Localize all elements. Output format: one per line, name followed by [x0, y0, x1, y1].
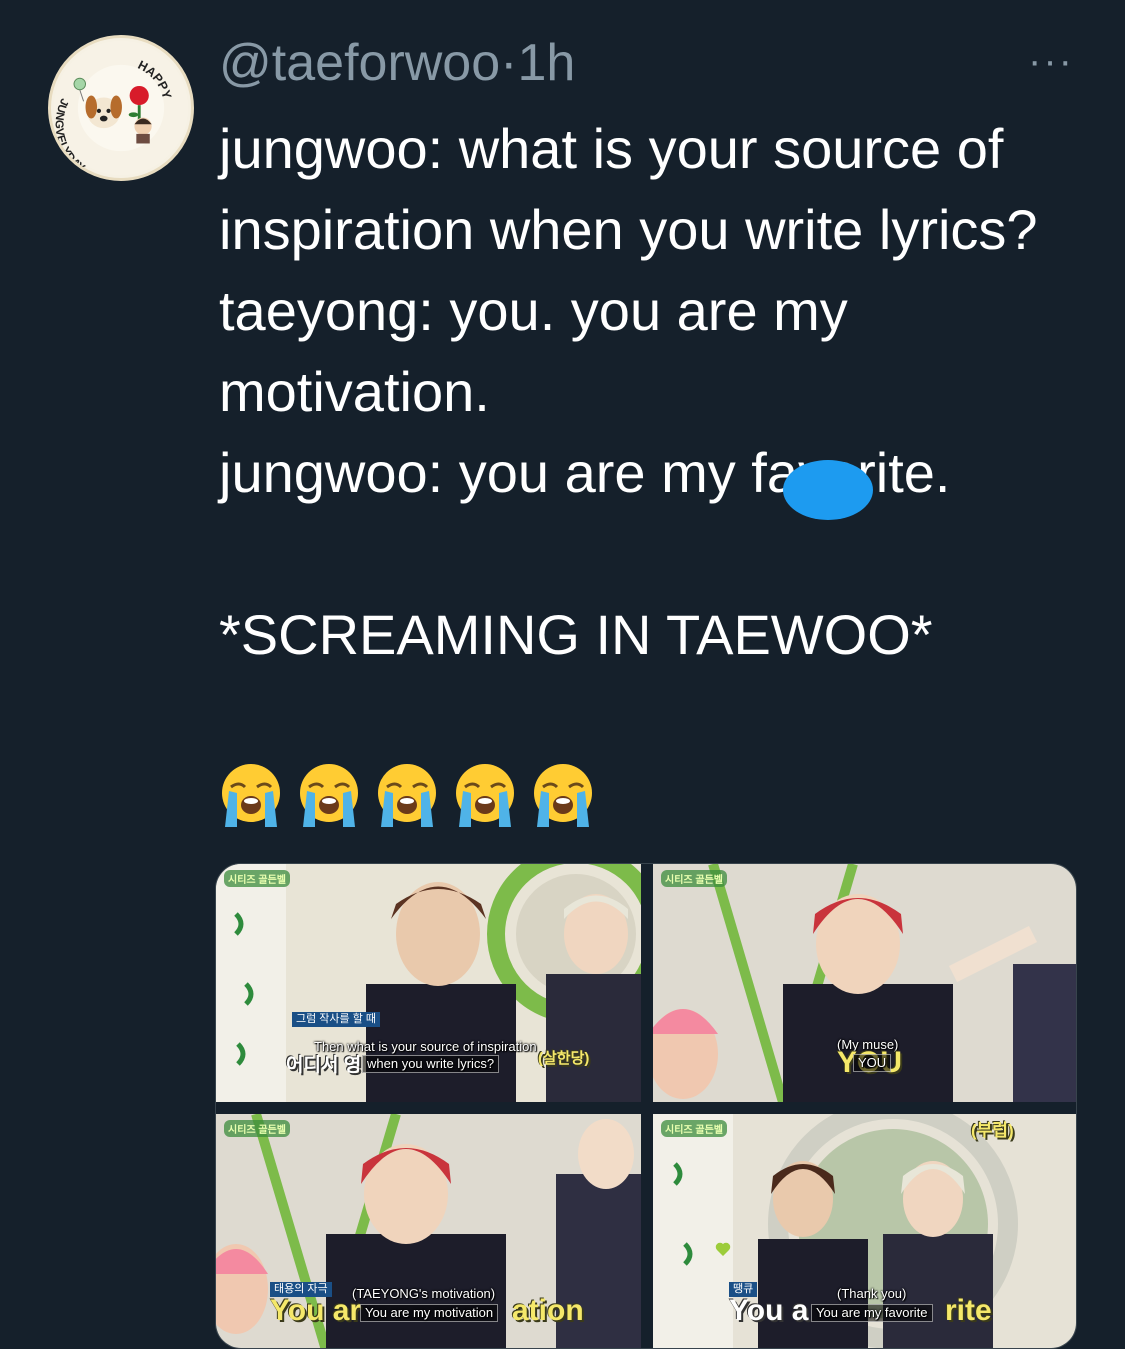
big-caption-left: You a — [729, 1294, 809, 1327]
media-image-3[interactable]: 시티즈 골든벨 태용의 자극 (TAEYONG's motivation) Yo… — [216, 1114, 641, 1348]
tweet-handle[interactable]: @taeforwoo — [219, 34, 500, 92]
header-separator: · — [500, 34, 518, 92]
show-logo: 시티즈 골든벨 — [224, 1120, 290, 1137]
more-options-icon[interactable]: ··· — [1028, 41, 1074, 81]
big-caption-left: You ar — [270, 1294, 362, 1327]
subtitle-line-1: (TAEYONG's motivation) — [352, 1286, 496, 1301]
show-logo: 시티즈 골든벨 — [661, 1120, 727, 1137]
svg-text:HAPPY: HAPPY — [136, 58, 175, 101]
loudly-crying-face-icon — [453, 761, 517, 827]
subtitle-line-1: (Thank you) — [837, 1286, 907, 1301]
subtitle-line-2: You are my motivation — [360, 1304, 499, 1322]
subtitle-line-2: YOU — [853, 1054, 892, 1072]
big-caption-right: rite — [945, 1294, 992, 1327]
loudly-crying-face-icon — [375, 761, 439, 827]
tweet-timestamp[interactable]: 1h — [517, 34, 575, 92]
media-grid[interactable]: 시티즈 골든벨 그럼 작사를 할 때 Then what is your sou… — [215, 863, 1077, 1349]
profile-avatar[interactable]: HAPPY JUNGVELYDAY — [48, 35, 194, 181]
loudly-crying-face-icon — [297, 761, 361, 827]
korean-side-caption: (살한당) — [538, 1050, 590, 1067]
media-image-4[interactable]: 시티즈 골든벨 (부럽) 땡큐 (Thank you) You a You ar… — [653, 1114, 1076, 1348]
svg-text:JUNGVELYDAY: JUNGVELYDAY — [53, 97, 87, 175]
avatar-ring-text: HAPPY JUNGVELYDAY — [53, 58, 175, 175]
tweet-header: @taeforwoo·1h — [219, 28, 575, 98]
emoji-row — [219, 761, 595, 827]
show-logo: 시티즈 골든벨 — [661, 870, 727, 887]
korean-big-caption: 어디서 영 — [286, 1055, 362, 1076]
korean-top-caption: (부럽) — [971, 1121, 1014, 1140]
media-image-2[interactable]: 시티즈 골든벨 (My muse) YOU YOU — [653, 864, 1076, 1102]
media-image-1[interactable]: 시티즈 골든벨 그럼 작사를 할 때 Then what is your sou… — [216, 864, 641, 1102]
loudly-crying-face-icon — [531, 761, 595, 827]
loudly-crying-face-icon — [219, 761, 283, 827]
big-caption-right: ation — [512, 1294, 584, 1327]
subtitle-line-2: when you write lyrics? — [362, 1055, 500, 1073]
tweet-text: jungwoo: what is your source of inspirat… — [219, 117, 1038, 666]
compose-button[interactable] — [783, 460, 873, 520]
korean-caption: 그럼 작사를 할 때 — [292, 1012, 381, 1027]
show-logo: 시티즈 골든벨 — [224, 870, 290, 887]
subtitle-line-2: You are my favorite — [811, 1304, 933, 1322]
